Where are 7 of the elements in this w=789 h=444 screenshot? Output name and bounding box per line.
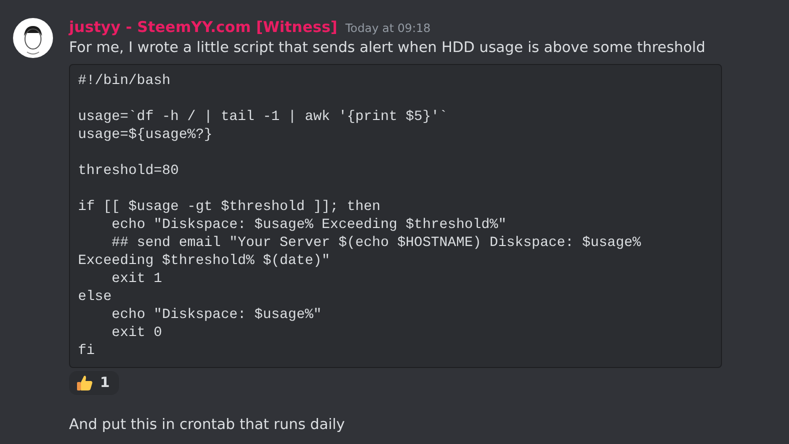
thumbs-up-icon xyxy=(76,374,94,392)
message-text: For me, I wrote a little script that sends alert when HDD usage is above some threshold xyxy=(69,39,706,58)
code-block: #!/bin/bash usage=`df -h / | tail -1 | awk '{print $5}'` usage=${usage%?} threshold=80 if [[ $usage -gt $threshold ]]; then echo "Diskspace: $usage% Exceeding $threshold%" ## send email "Your Server $(echo $HOSTNAME) Diskspace: $usage% Exceeding $threshold% $(date)" exit 1 else echo "Diskspace: $usage%" exit 0 fi xyxy=(69,64,722,368)
avatar[interactable] xyxy=(13,18,53,58)
message-text: And put this in crontab that runs daily xyxy=(68,416,346,433)
reaction-button[interactable]: 1 xyxy=(69,371,119,395)
timestamp: Today at 09:18 xyxy=(345,21,431,35)
